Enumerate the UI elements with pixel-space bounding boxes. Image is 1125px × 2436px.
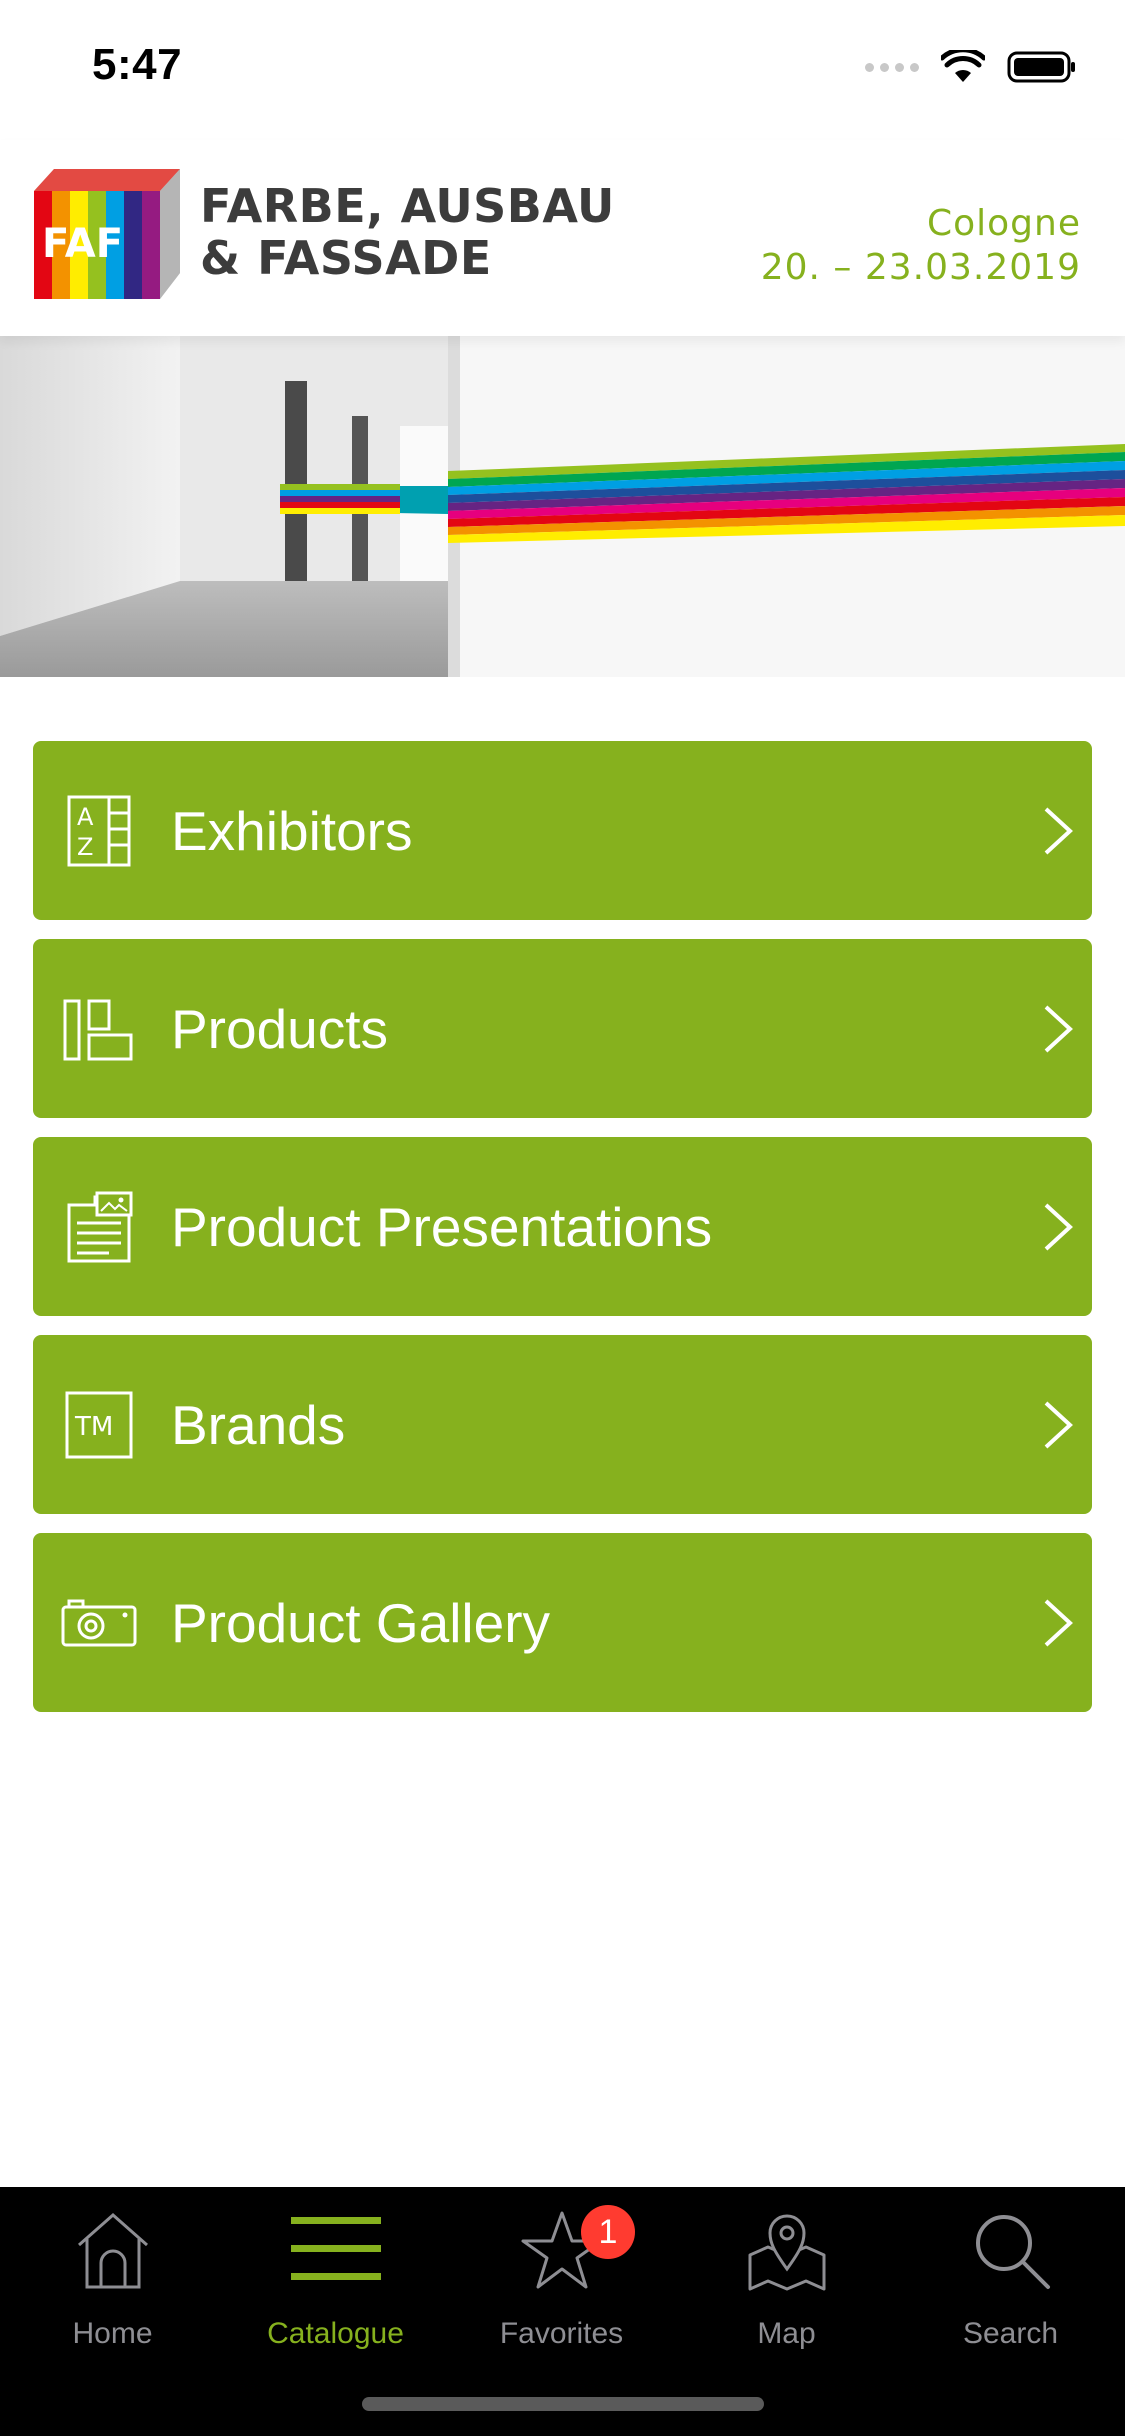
presentation-icon [67,1191,133,1262]
event-title-line1: FARBE, AUSBAU [200,179,615,233]
menu-item-label: Brands [171,1393,346,1456]
tab-catalogue[interactable]: Catalogue [223,2205,448,2355]
event-title: FARBE, AUSBAU & FASSADE [200,180,615,284]
faf-logo-icon: FAF [34,169,180,299]
menu-item-label: Exhibitors [171,799,413,862]
event-title-line2: & FASSADE [200,231,492,285]
event-info: Cologne 20. – 23.03.2019 [761,202,1081,290]
trademark-icon: TM [65,1391,133,1458]
status-bar: 5:47 [0,0,1125,140]
tab-favorites[interactable]: 1 Favorites [449,2205,674,2355]
search-icon [975,2215,1050,2289]
tab-label: Search [962,2317,1059,2350]
app-screen: 5:47 FAF FARBE, AUSBAU & FASSADE Cologne… [0,0,1125,2436]
catalogue-menu: A Z Exhibitors Products Product Presenta… [33,741,1092,1731]
menu-item-products[interactable]: Products [33,939,1092,1118]
tab-home[interactable]: Home [0,2205,225,2355]
cellular-signal-icon [865,62,919,72]
logo-lettering: FAF [42,221,123,267]
hero-banner-image [0,336,1125,677]
menu-item-label: Product Gallery [171,1591,551,1654]
wifi-icon [941,50,985,82]
status-time: 5:47 [92,40,183,89]
tab-search[interactable]: Search [898,2205,1123,2355]
chevron-right-icon [1044,807,1073,854]
chevron-right-icon [1044,1599,1073,1646]
svg-text:TM: TM [74,1412,113,1442]
menu-item-exhibitors[interactable]: A Z Exhibitors [33,741,1092,920]
menu-item-product-gallery[interactable]: Product Gallery [33,1533,1092,1712]
event-city: Cologne [926,203,1081,244]
home-indicator[interactable] [362,2397,764,2411]
menu-item-label: Products [171,997,389,1060]
home-icon [77,2212,148,2289]
products-icon [63,999,133,1060]
status-icons [865,50,1077,84]
menu-item-label: Product Presentations [171,1195,713,1258]
chevron-right-icon [1044,1005,1073,1052]
tab-label: Home [72,2317,153,2350]
menu-lines-icon [290,2217,381,2280]
chevron-right-icon [1044,1401,1073,1448]
event-dates: 20. – 23.03.2019 [760,247,1081,288]
map-icon [748,2214,825,2291]
tab-label: Catalogue [267,2317,404,2350]
az-list-icon: A Z [67,795,131,866]
chevron-right-icon [1044,1203,1073,1250]
svg-text:A: A [77,803,94,831]
menu-item-brands[interactable]: TM Brands [33,1335,1092,1514]
camera-icon [61,1599,137,1646]
tab-map[interactable]: Map [674,2205,899,2355]
favorites-count-badge: 1 [581,2205,635,2259]
svg-text:Z: Z [77,833,93,861]
menu-item-product-presentations[interactable]: Product Presentations [33,1137,1092,1316]
app-header: FAF FARBE, AUSBAU & FASSADE Cologne 20. … [0,140,1125,336]
battery-icon [1007,51,1075,83]
tab-label: Favorites [499,2317,624,2350]
tab-label: Map [757,2317,816,2350]
